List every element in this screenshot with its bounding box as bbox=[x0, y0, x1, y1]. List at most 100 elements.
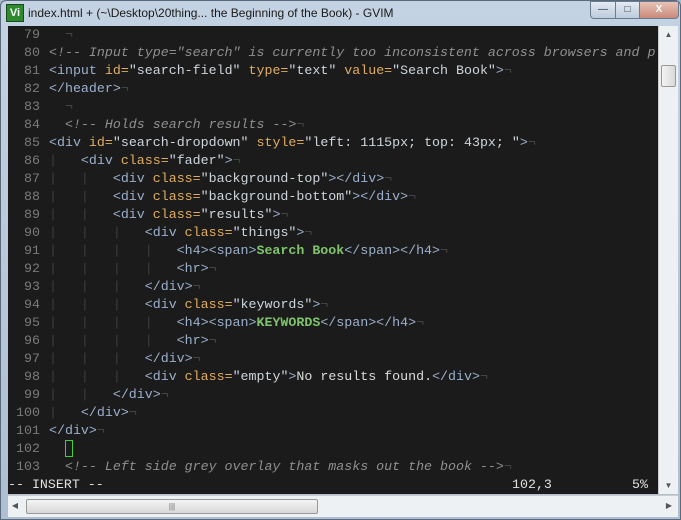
line-number: 97 bbox=[24, 351, 40, 366]
code-line[interactable]: 100 | </div>¬ bbox=[8, 404, 137, 422]
gvim-app-icon[interactable]: Vi bbox=[6, 4, 24, 22]
maximize-button[interactable]: □ bbox=[615, 1, 640, 19]
code-line[interactable]: 90 | | | <div class="things">¬ bbox=[8, 224, 312, 242]
code-token-tag: <hr> bbox=[176, 333, 209, 348]
line-number: 82 bbox=[24, 81, 40, 96]
line-number: 90 bbox=[24, 225, 40, 240]
code-line[interactable]: 91 | | | | <h4><span>Search Book</span></… bbox=[8, 242, 448, 260]
eol-marker: ¬ bbox=[503, 459, 512, 474]
title-bar[interactable]: Vi index.html + (~\Desktop\20thing... th… bbox=[1, 1, 680, 25]
code-line[interactable]: 79 ¬ bbox=[8, 26, 73, 44]
status-line: -- INSERT -- 102,3 5% bbox=[8, 476, 658, 494]
line-number: 89 bbox=[24, 207, 40, 222]
minimize-button[interactable]: — bbox=[590, 1, 616, 19]
code-token-attr: style= bbox=[256, 135, 305, 150]
horizontal-scroll-thumb[interactable]: ||| bbox=[26, 499, 318, 514]
code-token-tag: </div> bbox=[49, 423, 97, 438]
indent-guide: | | bbox=[49, 189, 113, 204]
code-line[interactable]: 85 <div id="search-dropdown" style="left:… bbox=[8, 134, 536, 152]
scroll-up-arrow-icon[interactable]: ▲ bbox=[659, 30, 678, 39]
line-number: 102 bbox=[16, 441, 40, 456]
eol-marker: ¬ bbox=[304, 225, 313, 240]
code-line[interactable]: 98 | | | <div class="empty">No results fo… bbox=[8, 368, 488, 386]
horizontal-scrollbar[interactable]: ◀ ||| ▶ bbox=[8, 495, 678, 517]
code-token-attr: class= bbox=[184, 225, 233, 240]
code-token-str: "text" bbox=[288, 63, 345, 78]
code-line[interactable]: 99 | | </div>¬ bbox=[8, 386, 169, 404]
code-token-tag: </header> bbox=[49, 81, 121, 96]
eol-marker: ¬ bbox=[64, 99, 73, 114]
code-token-attr: class= bbox=[152, 207, 201, 222]
code-token-attr: class= bbox=[152, 189, 201, 204]
code-line[interactable]: 101 </div>¬ bbox=[8, 422, 105, 440]
code-line[interactable]: 88 | | <div class="background-bottom"></d… bbox=[8, 188, 416, 206]
eol-marker: ¬ bbox=[208, 333, 217, 348]
code-line[interactable]: 96 | | | | <hr>¬ bbox=[8, 332, 217, 350]
code-line[interactable]: 95 | | | | <h4><span>KEYWORDS</span></h4>… bbox=[8, 314, 424, 332]
code-token-tag: <div bbox=[144, 369, 185, 384]
eol-marker: ¬ bbox=[232, 153, 241, 168]
code-line[interactable]: 97 | | | </div>¬ bbox=[8, 350, 201, 368]
code-token-tag: </div> bbox=[432, 369, 480, 384]
code-token-attr: class= bbox=[152, 171, 201, 186]
line-number: 84 bbox=[24, 117, 40, 132]
code-line[interactable]: 83 ¬ bbox=[8, 98, 73, 116]
vertical-scroll-thumb[interactable] bbox=[661, 65, 676, 87]
line-number: 85 bbox=[24, 135, 40, 150]
code-token-str: "search-field" bbox=[128, 63, 249, 78]
code-token-tag: <div bbox=[144, 225, 185, 240]
code-token-tag: ></div> bbox=[352, 189, 409, 204]
line-number: 103 bbox=[16, 459, 40, 474]
code-line[interactable]: 102 bbox=[8, 440, 73, 458]
code-token-str: "search-dropdown" bbox=[112, 135, 257, 150]
code-line[interactable]: 82 </header>¬ bbox=[8, 80, 129, 98]
indent-guide: | bbox=[49, 153, 81, 168]
code-token-tag: <div bbox=[49, 135, 89, 150]
line-number: 83 bbox=[24, 99, 40, 114]
code-token-green: KEYWORDS bbox=[256, 315, 321, 330]
code-token-attr: type= bbox=[248, 63, 289, 78]
code-line[interactable]: 92 | | | | <hr>¬ bbox=[8, 260, 217, 278]
mode-indicator: -- INSERT -- bbox=[8, 477, 104, 492]
line-number: 87 bbox=[24, 171, 40, 186]
indent-guide: | | bbox=[49, 171, 113, 186]
line-number: 100 bbox=[16, 405, 40, 420]
code-token-tag: </div> bbox=[112, 387, 161, 402]
eol-marker: ¬ bbox=[320, 297, 329, 312]
scroll-right-arrow-icon[interactable]: ▶ bbox=[662, 501, 676, 510]
code-token-tag: <div bbox=[80, 153, 121, 168]
code-token-attr: value= bbox=[344, 63, 393, 78]
code-line[interactable]: 93 | | | </div>¬ bbox=[8, 278, 201, 296]
code-token-str: "Search Book" bbox=[392, 63, 496, 78]
gvim-window: Vi index.html + (~\Desktop\20thing... th… bbox=[0, 0, 681, 520]
code-token-tag: </div> bbox=[80, 405, 129, 420]
editor-text-area[interactable]: 79 ¬ 80 <!-- Input type="search" is curren… bbox=[8, 26, 658, 494]
code-line[interactable]: 103 <!-- Left side grey overlay that mas… bbox=[8, 458, 512, 476]
code-line[interactable]: 87 | | <div class="background-top"></div>… bbox=[8, 170, 392, 188]
indent-guide: | bbox=[49, 405, 81, 420]
eol-marker: ¬ bbox=[440, 243, 448, 258]
scroll-down-arrow-icon[interactable]: ▼ bbox=[659, 481, 678, 490]
code-line[interactable]: 80 <!-- Input type="search" is currently … bbox=[8, 44, 655, 62]
scroll-left-arrow-icon[interactable]: ◀ bbox=[8, 501, 22, 510]
code-token-attr: class= bbox=[120, 153, 169, 168]
close-button[interactable]: X bbox=[639, 1, 679, 19]
code-line[interactable]: 89 | | <div class="results">¬ bbox=[8, 206, 288, 224]
line-number: 80 bbox=[24, 45, 40, 60]
code-token-tag: <h4><span> bbox=[176, 243, 257, 258]
code-token-tag: > bbox=[495, 63, 504, 78]
line-number: 93 bbox=[24, 279, 40, 294]
vertical-scrollbar[interactable]: ▲ ▼ bbox=[658, 26, 678, 494]
code-line[interactable]: 81 <input id="search-field" type="text" v… bbox=[8, 62, 512, 80]
code-token-attr: id= bbox=[88, 135, 113, 150]
eol-marker: ¬ bbox=[479, 369, 488, 384]
line-number: 92 bbox=[24, 261, 40, 276]
code-line[interactable]: 84 <!-- Holds search results -->¬ bbox=[8, 116, 304, 134]
code-line[interactable]: 86 | <div class="fader">¬ bbox=[8, 152, 241, 170]
eol-marker: ¬ bbox=[503, 63, 512, 78]
code-line[interactable]: 94 | | | <div class="keywords">¬ bbox=[8, 296, 328, 314]
code-token-str: "left: 1115px; top: 43px; " bbox=[304, 135, 520, 150]
